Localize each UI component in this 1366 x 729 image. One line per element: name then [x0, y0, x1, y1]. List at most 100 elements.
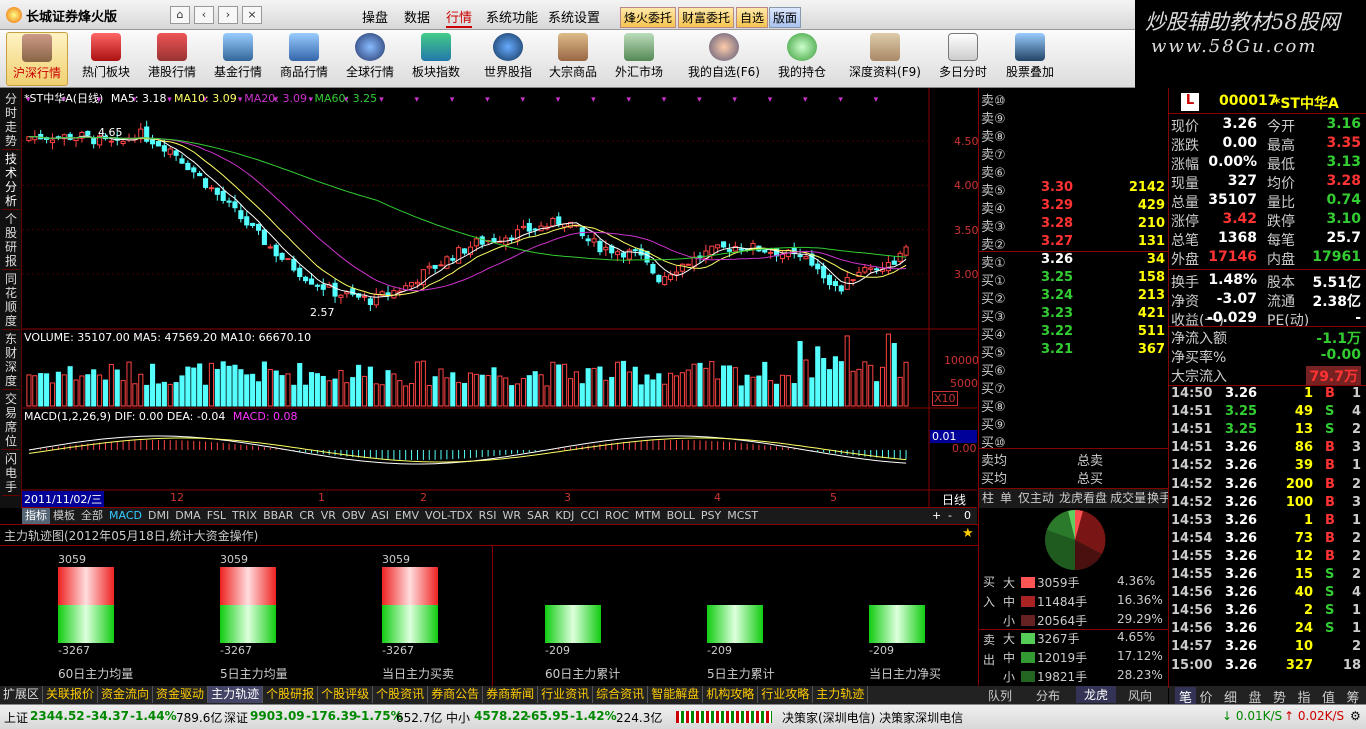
- bottom-tab[interactable]: 机构攻略: [703, 686, 759, 703]
- ind-minus-button[interactable]: -: [948, 509, 952, 522]
- tool-hot-sectors[interactable]: 热门板块: [80, 32, 132, 86]
- bottom-tab[interactable]: 关联报价: [43, 686, 99, 703]
- ind-bbar[interactable]: BBAR: [260, 508, 296, 524]
- tool-bulk-commodities[interactable]: 大宗商品: [546, 32, 600, 86]
- ind-plus-button[interactable]: +: [932, 509, 941, 522]
- ob-tab-dragon[interactable]: 龙虎看盘: [1057, 491, 1109, 505]
- ob-tab-turnover[interactable]: 换手: [1147, 491, 1169, 505]
- period-label[interactable]: 日线: [942, 491, 966, 508]
- ind-dmi[interactable]: DMI: [145, 508, 172, 524]
- menu-settings[interactable]: 系统设置: [548, 7, 600, 26]
- ob-btab-wind[interactable]: 风向: [1128, 687, 1152, 704]
- tool-forex[interactable]: 外汇市场: [612, 32, 666, 86]
- ob-tab-active-only[interactable]: 仅主动: [1015, 491, 1057, 505]
- close-page-icon[interactable]: ×: [242, 6, 262, 24]
- bid-level[interactable]: 买① 3.25 158: [979, 270, 1169, 289]
- bid-level-empty[interactable]: 买⑨: [979, 414, 1169, 433]
- bid-level-empty[interactable]: 买⑦: [979, 378, 1169, 397]
- ind-mcst[interactable]: MCST: [724, 508, 761, 524]
- ind-psy[interactable]: PSY: [698, 508, 724, 524]
- tool-multiday-minute[interactable]: 多日分时: [934, 32, 992, 86]
- tool-stock-overlay[interactable]: 股票叠加: [1002, 32, 1058, 86]
- bottom-tab[interactable]: 综合资讯: [593, 686, 649, 703]
- vtab-flash-hand[interactable]: 闪电手: [2, 452, 20, 496]
- ind-rsi[interactable]: RSI: [476, 508, 500, 524]
- ind-asi[interactable]: ASI: [368, 508, 392, 524]
- tool-fund-quotes[interactable]: 基金行情: [212, 32, 264, 86]
- bid-level[interactable]: 买② 3.24 213: [979, 288, 1169, 307]
- tab-indicators[interactable]: 指标: [22, 508, 50, 524]
- menu-data[interactable]: 数据: [404, 7, 430, 26]
- bottom-tab[interactable]: 个股评级: [318, 686, 374, 703]
- vtab-research[interactable]: 个股研报: [2, 212, 20, 270]
- tool-deep-data[interactable]: 深度资料(F9): [846, 32, 924, 86]
- ask-level-empty[interactable]: 卖⑧: [979, 126, 1169, 145]
- ask-level-empty[interactable]: 卖⑦: [979, 144, 1169, 163]
- ind-mtm[interactable]: MTM: [632, 508, 664, 524]
- tool-commodity-quotes[interactable]: 商品行情: [278, 32, 330, 86]
- ind-trix[interactable]: TRIX: [229, 508, 260, 524]
- menu-system[interactable]: 系统功能: [486, 7, 538, 26]
- ind-sar[interactable]: SAR: [524, 508, 552, 524]
- bottom-tab[interactable]: 智能解盘: [648, 686, 704, 703]
- layout-button[interactable]: 版面: [769, 7, 802, 28]
- favorite-star-icon[interactable]: ★: [962, 526, 974, 541]
- ask-level-empty[interactable]: 卖⑥: [979, 162, 1169, 181]
- tool-sector-index[interactable]: 板块指数: [410, 32, 462, 86]
- ind-cr[interactable]: CR: [296, 508, 317, 524]
- tab-templates[interactable]: 模板: [50, 508, 78, 524]
- ind-reset-button[interactable]: 0: [964, 509, 971, 522]
- bottom-tab[interactable]: 行业资讯: [538, 686, 594, 703]
- bid-level[interactable]: 买④ 3.22 511: [979, 324, 1169, 343]
- ob-tab-single[interactable]: 单: [997, 491, 1015, 505]
- home-icon[interactable]: ⌂: [170, 6, 190, 24]
- vtab-trade-seats[interactable]: 交易席位: [2, 392, 20, 450]
- ask-level[interactable]: 卖⑤ 3.30 2142: [979, 180, 1169, 199]
- fenghuo-order-button[interactable]: 烽火委托: [620, 7, 677, 28]
- bid-level-empty[interactable]: 买⑧: [979, 396, 1169, 415]
- tool-hk-quotes[interactable]: 港股行情: [146, 32, 198, 86]
- ind-dma[interactable]: DMA: [172, 508, 204, 524]
- tool-my-watchlist[interactable]: 我的自选(F6): [684, 32, 764, 86]
- ask-level-empty[interactable]: 卖⑨: [979, 108, 1169, 127]
- ob-btab-distribution[interactable]: 分布: [1036, 687, 1060, 704]
- ob-btab-dragon[interactable]: 龙虎: [1076, 686, 1117, 703]
- bottom-tab[interactable]: 券商公告: [428, 686, 484, 703]
- ind-obv[interactable]: OBV: [339, 508, 368, 524]
- tool-world-index[interactable]: 世界股指: [480, 32, 536, 86]
- ind-emv[interactable]: EMV: [392, 508, 422, 524]
- bottom-tab[interactable]: 主力轨迹: [208, 686, 264, 703]
- bottom-tab[interactable]: 行业攻略: [758, 686, 814, 703]
- tool-sh-sz-quotes[interactable]: 沪深行情: [6, 32, 68, 86]
- ind-roc[interactable]: ROC: [602, 508, 632, 524]
- settings-icon[interactable]: ⚙: [1350, 709, 1361, 723]
- ask-level[interactable]: 卖① 3.26 34: [979, 252, 1169, 271]
- ind-boll[interactable]: BOLL: [664, 508, 698, 524]
- vtab-technical[interactable]: 技术分析: [2, 152, 20, 210]
- bottom-tab[interactable]: 个股研报: [263, 686, 319, 703]
- vtab-east-depth[interactable]: 东财深度: [2, 332, 20, 390]
- kline-chart-area[interactable]: ▾ ▾ ▾ ▾ ▾ ▾ ▾ ▾ ▾ ▾ ▾ ▾ ▾ ▾ ▾ ▾ ▾ ▾ ▾ ▾ ▾ ▾ ▾ ▾ ▾ *ST中华A(日线) MA5…: [22, 88, 979, 508]
- ind-cci[interactable]: CCI: [577, 508, 602, 524]
- ind-macd[interactable]: MACD: [106, 508, 145, 524]
- ask-level[interactable]: 卖③ 3.28 210: [979, 216, 1169, 235]
- ind-vol-tdx[interactable]: VOL-TDX: [422, 508, 476, 524]
- ask-level[interactable]: 卖④ 3.29 429: [979, 198, 1169, 217]
- ind-vr[interactable]: VR: [318, 508, 339, 524]
- bottom-tab[interactable]: 扩展区: [0, 686, 44, 703]
- ob-tab-volume[interactable]: 成交量: [1109, 491, 1147, 505]
- ind-fsl[interactable]: FSL: [204, 508, 229, 524]
- vtab-ths-depth[interactable]: 同花顺度: [2, 272, 20, 330]
- bottom-tab[interactable]: 券商新闻: [483, 686, 539, 703]
- ind-wr[interactable]: WR: [500, 508, 525, 524]
- kline-chart[interactable]: ▾ ▾ ▾ ▾ ▾ ▾ ▾ ▾ ▾ ▾ ▾ ▾ ▾ ▾ ▾ ▾ ▾ ▾ ▾ ▾ ▾ ▾ ▾ ▾ ▾: [22, 88, 977, 508]
- bottom-tab[interactable]: 主力轨迹: [813, 686, 869, 703]
- watchlist-button[interactable]: 自选: [736, 7, 769, 28]
- ask-level[interactable]: 卖② 3.27 131: [979, 234, 1169, 253]
- bid-level-empty[interactable]: 买⑥: [979, 360, 1169, 379]
- back-icon[interactable]: ‹: [194, 6, 214, 24]
- ind-kdj[interactable]: KDJ: [552, 508, 577, 524]
- bottom-tab[interactable]: 个股资讯: [373, 686, 429, 703]
- bottom-tab[interactable]: 资金流向: [98, 686, 154, 703]
- menu-quotes[interactable]: 行情: [446, 7, 473, 28]
